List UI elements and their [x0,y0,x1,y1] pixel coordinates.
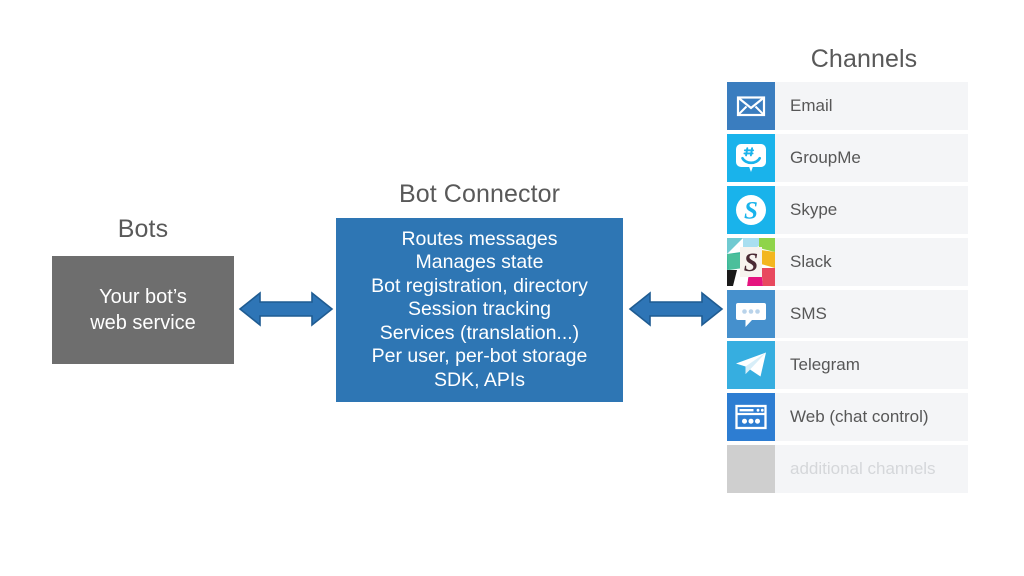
bots-box-text: Your bot’s web service [90,286,196,334]
channel-row-additional[interactable]: additional channels [727,445,968,494]
channel-label: Slack [790,251,832,271]
bots-to-connector-arrow [238,288,334,330]
bots-box: Your bot’s web service [52,256,234,364]
bot-connector-box: Routes messages Manages state Bot regist… [336,218,623,402]
connector-to-channels-arrow [628,288,724,330]
sms-icon [727,289,775,338]
bots-heading: Bots [117,215,169,243]
bot-connector-box-text: Routes messages Manages state Bot regist… [371,227,588,391]
channels-heading: Channels [810,45,918,73]
channel-label: GroupMe [790,147,861,167]
email-icon [727,82,775,130]
groupme-icon [727,133,775,182]
channels-list: Email GroupMe S Skype S Slack SMS Telegr… [727,82,968,497]
channel-row-web-chat[interactable]: Web (chat control) [727,393,968,442]
channel-label: additional channels [790,459,936,479]
bot-connector-heading: Bot Connector [398,180,561,208]
skype-icon: S [727,185,775,234]
svg-text:S: S [744,197,758,224]
channel-label: Telegram [790,355,860,375]
channel-row-slack[interactable]: S Slack [727,237,968,286]
channel-row-sms[interactable]: SMS [727,289,968,338]
svg-text:S: S [744,248,758,277]
diagram-canvas: Bots Your bot’s web service Bot Connecto… [0,0,1024,576]
placeholder-icon [727,445,775,494]
channel-row-skype[interactable]: S Skype [727,185,968,234]
slack-icon: S [727,237,775,286]
channel-row-email[interactable]: Email [727,82,968,130]
channel-label: Email [790,96,833,115]
channel-label: Web (chat control) [790,407,929,427]
channel-row-telegram[interactable]: Telegram [727,341,968,390]
web-chat-icon [727,393,775,442]
channel-label: Skype [790,199,838,219]
telegram-icon [727,341,775,390]
channel-row-groupme[interactable]: GroupMe [727,133,968,182]
channel-label: SMS [790,303,827,323]
